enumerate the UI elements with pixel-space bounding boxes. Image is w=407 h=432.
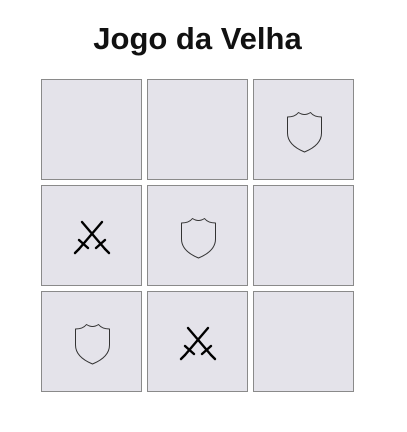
board-cell-r1-c2[interactable] bbox=[147, 79, 248, 180]
crossed-swords-icon bbox=[73, 220, 111, 255]
game-board bbox=[41, 79, 356, 394]
shield-icon bbox=[75, 324, 110, 365]
shield-icon bbox=[181, 218, 216, 259]
board-cell-r3-c1[interactable] bbox=[41, 291, 142, 392]
board-cell-r2-c2[interactable] bbox=[147, 185, 248, 286]
board-cell-r3-c3[interactable] bbox=[253, 291, 354, 392]
board-cell-r1-c3[interactable] bbox=[253, 79, 354, 180]
board-cell-r2-c3[interactable] bbox=[253, 185, 354, 286]
board-cell-r3-c2[interactable] bbox=[147, 291, 248, 392]
board-cell-r1-c1[interactable] bbox=[41, 79, 142, 180]
shield-icon bbox=[287, 112, 322, 153]
board-cell-r2-c1[interactable] bbox=[41, 185, 142, 286]
game-title: Jogo da Velha bbox=[93, 21, 302, 56]
crossed-swords-icon bbox=[179, 326, 217, 361]
